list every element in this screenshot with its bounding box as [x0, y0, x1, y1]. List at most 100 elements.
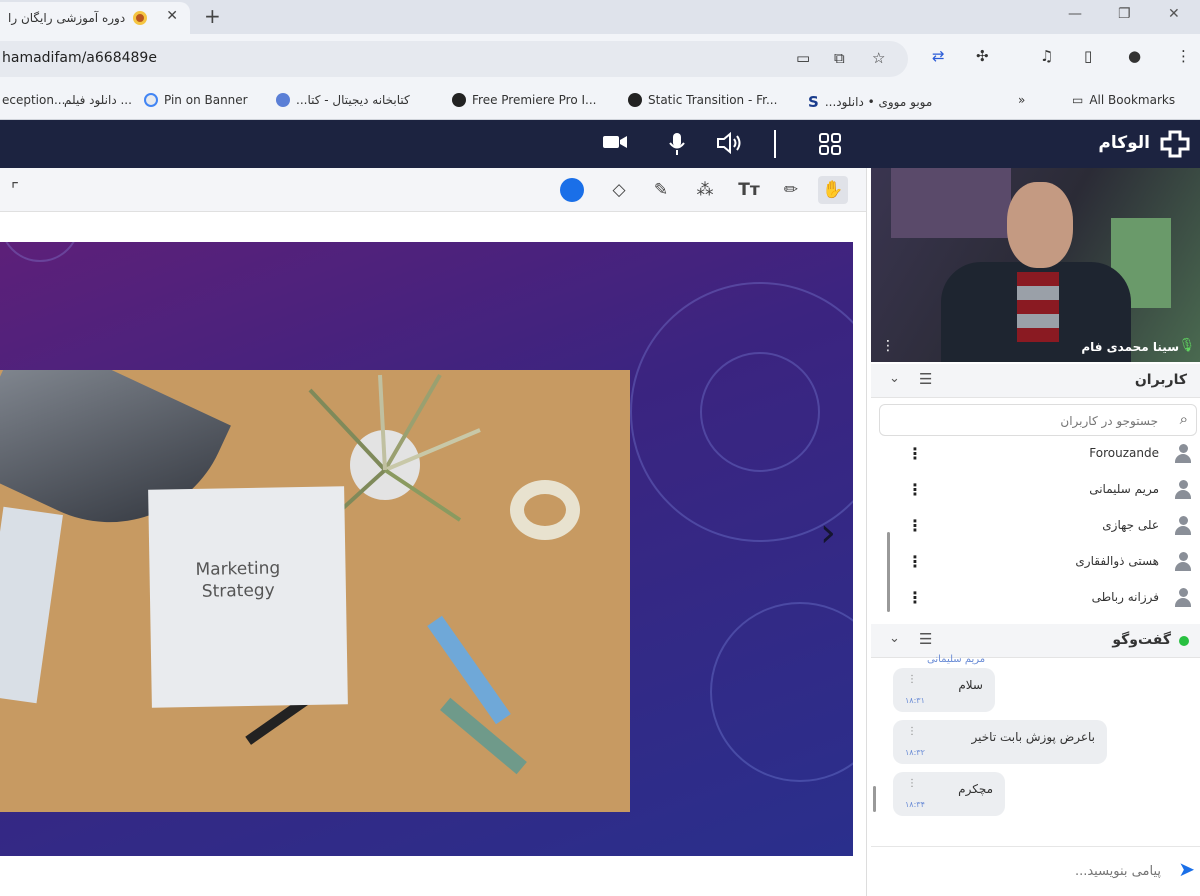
search-icon: ⌕ [1179, 410, 1188, 428]
note-text: Marketing Strategy [195, 557, 280, 602]
chat-section-header[interactable]: ⌄ ☰ گفت‌وگو [871, 624, 1200, 658]
side-panel-icon[interactable]: ▯ [1084, 47, 1092, 65]
decorative-ring [0, 242, 80, 262]
user-options-icon[interactable]: ⋮ [907, 516, 923, 535]
bookmark-item[interactable]: Static Transition - Fr... [628, 93, 777, 107]
bookmark-item[interactable]: Free Premiere Pro I... [452, 93, 596, 107]
hand-pan-icon[interactable]: ✋ [818, 176, 848, 204]
bookmark-item[interactable]: eception... [2, 93, 65, 107]
app-logo-icon [1160, 130, 1190, 158]
translate-icon[interactable]: ⇄ [932, 47, 945, 65]
camera-icon[interactable] [602, 132, 628, 157]
chevron-down-icon[interactable]: ⌄ [889, 371, 900, 386]
close-window-icon[interactable]: ✕ [1168, 6, 1180, 22]
all-bookmarks[interactable]: ▭ All Bookmarks [1072, 93, 1175, 107]
bookmark-item[interactable]: Pin on Banner [144, 93, 248, 107]
decorative-ring [710, 602, 853, 782]
marker-image [427, 615, 511, 725]
chat-scrollbar[interactable] [873, 786, 876, 812]
bookmark-star-icon[interactable]: ☆ [872, 49, 885, 67]
message-time: ۱۸:۳۴ [905, 800, 925, 809]
speaker-icon[interactable] [716, 131, 744, 159]
profile-avatar-icon[interactable]: ● [1128, 47, 1141, 65]
background-poster [891, 168, 1011, 238]
pencil-icon[interactable]: ✏ [776, 176, 806, 204]
user-name: مریم سلیمانی [1089, 482, 1159, 496]
chat-message[interactable]: ⋮ مچکرم ۱۸:۳۴ [893, 772, 1005, 816]
grid-layout-icon[interactable] [818, 132, 842, 161]
online-status-dot [1179, 636, 1189, 646]
mobomovie-icon: S [808, 93, 819, 111]
user-avatar-icon [1175, 516, 1191, 536]
install-app-icon[interactable]: ⧉ [834, 49, 845, 67]
user-list-item[interactable]: ⋮ علی جهازی [871, 508, 1200, 544]
user-avatar-icon [1175, 444, 1191, 464]
fullscreen-icon[interactable]: ⌜ [0, 176, 30, 204]
browser-tab[interactable]: دوره آموزشی رایگان را ✕ [0, 2, 190, 34]
user-list-item[interactable]: ⋮ فرزانه رباطی [871, 580, 1200, 616]
video-menu-icon[interactable]: ⋮ [881, 338, 895, 354]
new-tab-icon[interactable]: + [204, 4, 221, 28]
premiere-icon [452, 93, 466, 107]
camera-icon[interactable]: ▭ [796, 49, 810, 67]
address-bar[interactable]: hamadifam/a668489e ▭ ⧉ ☆ [0, 41, 908, 77]
highlighter-icon[interactable]: ✎ [646, 176, 676, 204]
minimize-icon[interactable]: — [1068, 6, 1082, 22]
message-options-icon[interactable]: ⋮ [907, 726, 917, 737]
message-sender-name: مریم سلیمانی [927, 654, 986, 665]
message-input[interactable] [911, 859, 1161, 883]
close-tab-icon[interactable]: ✕ [166, 8, 178, 24]
user-options-icon[interactable]: ⋮ [907, 588, 923, 607]
chevron-down-icon[interactable]: ⌄ [889, 631, 900, 646]
user-list-item[interactable]: ⋮ مریم سلیمانی [871, 472, 1200, 508]
filter-options-icon[interactable]: ☰ [919, 630, 932, 648]
bookmarks-bar: eception... دانلود فیلم ... Pin on Banne… [0, 84, 1200, 120]
message-options-icon[interactable]: ⋮ [907, 778, 917, 789]
filter-options-icon[interactable]: ☰ [919, 370, 932, 388]
presenter-sweater [1017, 272, 1059, 342]
media-icon[interactable]: ♫ [1040, 47, 1053, 65]
app-logo-text: الوکام [1098, 133, 1150, 153]
browser-toolbar: hamadifam/a668489e ▭ ⧉ ☆ ⇄ ✣ ♫ ▯ ● ⋮ [0, 34, 1200, 84]
user-options-icon[interactable]: ⋮ [907, 552, 923, 571]
next-slide-chevron-icon[interactable]: › [820, 510, 836, 556]
users-section-header[interactable]: ⌄ ☰ کاربران [871, 364, 1200, 398]
user-list-item[interactable]: ⋮ Forouzande [871, 436, 1200, 472]
microphone-icon[interactable] [668, 132, 686, 161]
user-options-icon[interactable]: ⋮ [907, 444, 923, 463]
color-picker-button[interactable] [560, 178, 584, 202]
bookmark-label: Pin on Banner [164, 93, 248, 107]
bookmark-label: Free Premiere Pro I... [472, 93, 597, 107]
whiteboard-toolbar: ⌜ ◇ ✎ ⁂ Tт ✏ ✋ [0, 168, 866, 212]
message-time: ۱۸:۳۲ [905, 748, 925, 757]
extensions-icon[interactable]: ✣ [976, 47, 989, 65]
browser-menu-icon[interactable]: ⋮ [1176, 47, 1191, 65]
user-options-icon[interactable]: ⋮ [907, 480, 923, 499]
text-tool-icon[interactable]: Tт [734, 176, 764, 204]
bookmark-label: دانلود فیلم ... [64, 93, 132, 107]
user-name: Forouzande [1089, 446, 1159, 460]
bookmark-label: موبو مووی • دانلود... [824, 95, 933, 109]
message-options-icon[interactable]: ⋮ [907, 674, 917, 685]
user-search-box[interactable]: ⌕ [879, 404, 1197, 436]
restore-icon[interactable]: ❐ [1118, 6, 1131, 22]
send-icon[interactable]: ➤ [1178, 857, 1195, 881]
bookmark-item[interactable]: کتابخانه دیجیتال - کتا... [276, 93, 410, 107]
shapes-icon[interactable]: ⁂ [690, 176, 720, 204]
decorative-ring [700, 352, 820, 472]
bookmark-item[interactable]: دانلود فیلم ... [64, 93, 132, 107]
slide-photo: Marketing Strategy [0, 370, 630, 812]
user-list-item[interactable]: ⋮ هستی ذوالفقاری [871, 544, 1200, 580]
chat-message[interactable]: ⋮ باعرض پوزش بابت تاخیر ۱۸:۳۲ [893, 720, 1107, 764]
user-search-input[interactable] [888, 411, 1158, 431]
bookmark-item[interactable]: S موبو مووی • دانلود... [808, 93, 932, 111]
bookmarks-overflow-icon[interactable]: » [1018, 93, 1025, 107]
chat-message[interactable]: ⋮ سلام ۱۸:۳۱ [893, 668, 995, 712]
user-avatar-icon [1175, 588, 1191, 608]
presentation-slide: Marketing Strategy › [0, 242, 853, 856]
tab-favicon-icon [133, 11, 148, 25]
eraser-icon[interactable]: ◇ [604, 176, 634, 204]
user-avatar-icon [1175, 480, 1191, 500]
bookmark-label: Static Transition - Fr... [648, 93, 778, 107]
presenter-name: سینا محمدی فام [1081, 340, 1179, 354]
